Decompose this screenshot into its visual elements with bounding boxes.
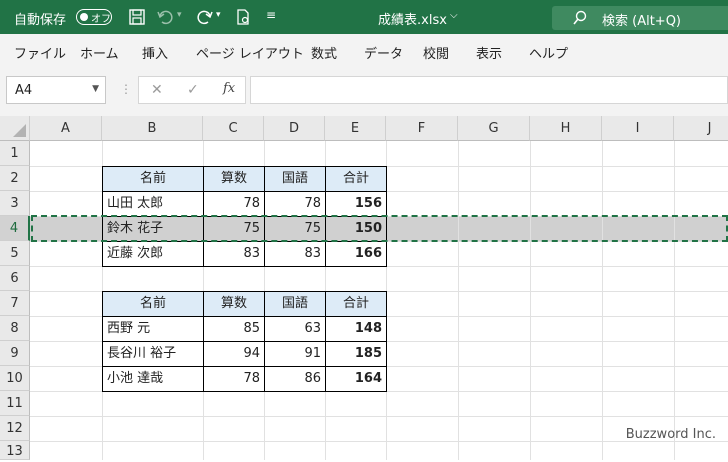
score-table-2: 名前 算数 国語 合計 西野 元 85 63 148 長谷川 裕子 94 91 … bbox=[102, 291, 387, 392]
tab-insert[interactable]: 挿入 bbox=[142, 43, 168, 62]
insert-function-icon[interactable]: fx bbox=[223, 81, 235, 96]
tab-data[interactable]: データ bbox=[364, 43, 403, 62]
table-header-cell[interactable]: 国語 bbox=[265, 292, 326, 317]
search-icon bbox=[573, 10, 587, 25]
row-header-7[interactable]: 7 bbox=[0, 291, 30, 316]
row-header-11[interactable]: 11 bbox=[0, 391, 30, 416]
select-all-corner[interactable] bbox=[0, 116, 30, 141]
table-cell-name[interactable]: 長谷川 裕子 bbox=[103, 342, 204, 367]
redo-icon[interactable] bbox=[196, 8, 214, 26]
tab-page-layout[interactable]: ページ レイアウト bbox=[196, 43, 304, 62]
table-header-cell[interactable]: 名前 bbox=[103, 167, 204, 192]
search-box[interactable]: 検索 (Alt+Q) bbox=[552, 6, 728, 30]
chevron-down-icon[interactable]: ▼ bbox=[92, 84, 99, 94]
column-header-j[interactable]: J bbox=[674, 116, 728, 141]
column-header-b[interactable]: B bbox=[102, 116, 203, 141]
print-preview-icon[interactable] bbox=[234, 8, 252, 26]
save-icon[interactable] bbox=[128, 8, 146, 26]
enter-icon[interactable]: ✓ bbox=[187, 82, 199, 98]
file-name[interactable]: 成績表.xlsx bbox=[378, 9, 447, 28]
table-cell-japanese[interactable]: 91 bbox=[265, 342, 326, 367]
table-header-cell[interactable]: 合計 bbox=[326, 292, 387, 317]
title-bar: 自動保存 オフ ▾ ▾ ≡ 成績表.xlsx ⌵ 検索 (Alt+Q) bbox=[0, 0, 728, 34]
row-header-2[interactable]: 2 bbox=[0, 166, 30, 191]
tab-file[interactable]: ファイル bbox=[14, 43, 66, 62]
table-header-cell[interactable]: 算数 bbox=[204, 292, 265, 317]
row-header-12[interactable]: 12 bbox=[0, 416, 30, 441]
column-header-h[interactable]: H bbox=[530, 116, 602, 141]
table-cell-math[interactable]: 85 bbox=[204, 317, 265, 342]
row-header-8[interactable]: 8 bbox=[0, 316, 30, 341]
table-header-cell[interactable]: 名前 bbox=[103, 292, 204, 317]
row-header-13[interactable]: 13 bbox=[0, 441, 30, 460]
table-cell-name[interactable]: 山田 太郎 bbox=[103, 192, 204, 217]
tab-review[interactable]: 校閲 bbox=[423, 43, 449, 62]
toggle-knob bbox=[80, 12, 88, 21]
table-cell-name[interactable]: 小池 達哉 bbox=[103, 367, 204, 392]
table-cell-total[interactable]: 148 bbox=[326, 317, 387, 342]
row-header-10[interactable]: 10 bbox=[0, 366, 30, 391]
table-cell-name[interactable]: 西野 元 bbox=[103, 317, 204, 342]
name-box[interactable]: A4 ▼ bbox=[6, 76, 106, 104]
redo-dropdown-icon[interactable]: ▾ bbox=[216, 10, 221, 20]
table-cell-total[interactable]: 164 bbox=[326, 367, 387, 392]
row-header-1[interactable]: 1 bbox=[0, 141, 30, 166]
tab-formulas[interactable]: 数式 bbox=[311, 43, 337, 62]
row-header-4[interactable]: 4 bbox=[0, 216, 30, 241]
search-placeholder: 検索 (Alt+Q) bbox=[602, 14, 682, 29]
table-cell-math[interactable]: 83 bbox=[204, 242, 265, 267]
tab-view[interactable]: 表示 bbox=[476, 43, 502, 62]
table-cell-name[interactable]: 近藤 次郎 bbox=[103, 242, 204, 267]
undo-dropdown-icon[interactable]: ▾ bbox=[177, 10, 182, 20]
cancel-icon[interactable]: ✕ bbox=[151, 82, 163, 98]
table-cell-japanese[interactable]: 86 bbox=[265, 367, 326, 392]
table-cell-japanese[interactable]: 78 bbox=[265, 192, 326, 217]
table-cell-japanese[interactable]: 83 bbox=[265, 242, 326, 267]
formula-input[interactable] bbox=[250, 76, 728, 104]
table-cell-math[interactable]: 78 bbox=[204, 367, 265, 392]
tab-home[interactable]: ホーム bbox=[80, 43, 119, 62]
tab-help[interactable]: ヘルプ bbox=[529, 43, 568, 62]
autosave-state: オフ bbox=[91, 14, 111, 25]
table-cell-math[interactable]: 78 bbox=[204, 192, 265, 217]
column-header-a[interactable]: A bbox=[30, 116, 102, 141]
table-cell-japanese[interactable]: 63 bbox=[265, 317, 326, 342]
more-options-icon: ⋮ bbox=[120, 82, 132, 96]
column-header-e[interactable]: E bbox=[325, 116, 386, 141]
table-header-cell[interactable]: 算数 bbox=[204, 167, 265, 192]
table-cell-total[interactable]: 185 bbox=[326, 342, 387, 367]
table-header-cell[interactable]: 合計 bbox=[326, 167, 387, 192]
column-header-i[interactable]: I bbox=[602, 116, 674, 141]
autosave-label: 自動保存 bbox=[14, 13, 67, 28]
row-header-3[interactable]: 3 bbox=[0, 191, 30, 216]
row-header-9[interactable]: 9 bbox=[0, 341, 30, 366]
formula-buttons: ✕ ✓ fx bbox=[138, 76, 246, 104]
column-header-c[interactable]: C bbox=[203, 116, 264, 141]
table-header-cell[interactable]: 国語 bbox=[265, 167, 326, 192]
table-cell-math[interactable]: 94 bbox=[204, 342, 265, 367]
column-header-g[interactable]: G bbox=[458, 116, 530, 141]
watermark: Buzzword Inc. bbox=[625, 427, 716, 442]
formula-bar: A4 ▼ ⋮ ✕ ✓ fx bbox=[0, 68, 728, 116]
undo-icon[interactable] bbox=[156, 8, 174, 26]
customize-toolbar-icon[interactable]: ≡ bbox=[266, 8, 276, 22]
table-cell-total[interactable]: 166 bbox=[326, 242, 387, 267]
ribbon-tabs: ファイル ホーム 挿入 ページ レイアウト 数式 データ 校閲 表示 ヘルプ bbox=[0, 34, 728, 68]
copy-marquee bbox=[31, 215, 728, 242]
column-header-f[interactable]: F bbox=[386, 116, 458, 141]
table-cell-total[interactable]: 156 bbox=[326, 192, 387, 217]
autosave-toggle[interactable]: オフ bbox=[76, 9, 112, 25]
chevron-down-icon[interactable]: ⌵ bbox=[450, 10, 458, 21]
row-header-6[interactable]: 6 bbox=[0, 266, 30, 291]
column-header-d[interactable]: D bbox=[264, 116, 325, 141]
worksheet-grid[interactable]: A B C D E F G H I J 1 2 3 4 5 6 7 8 9 10… bbox=[0, 116, 728, 460]
corner-triangle-icon bbox=[13, 124, 26, 137]
row-header-5[interactable]: 5 bbox=[0, 241, 30, 266]
name-box-value: A4 bbox=[15, 83, 33, 98]
